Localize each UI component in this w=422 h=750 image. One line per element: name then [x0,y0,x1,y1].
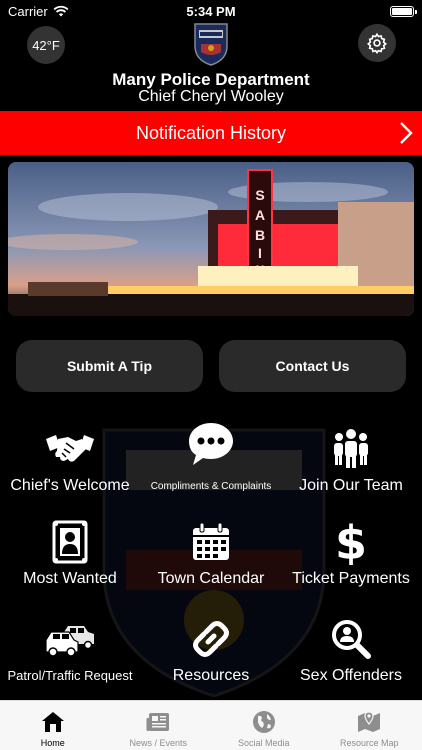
grid-item-label: Town Calendar [157,570,265,587]
svg-text:I: I [258,245,262,261]
home-icon [41,709,65,735]
tab-label: Home [40,738,65,748]
grid-item-town-calendar[interactable]: Town Calendar [141,518,281,588]
temperature-badge[interactable]: 42°F [27,26,65,64]
svg-text:B: B [255,227,265,243]
calendar-icon [141,518,281,566]
grid-item-label: Compliments & Complaints [150,481,272,492]
tab-social-media[interactable]: Social Media [211,701,317,750]
chevron-right-icon [400,122,413,144]
grid-item-label: Sex Offenders [300,667,402,684]
link-icon [141,615,281,663]
tab-news-events[interactable]: News / Events [106,701,212,750]
cars-icon [0,615,140,663]
gear-icon [367,32,387,54]
grid-item-sex-offenders[interactable]: Sex Offenders [281,615,421,685]
grid-item-resources[interactable]: Resources [141,615,281,685]
battery-icon [390,5,417,17]
status-bar: Carrier 5:34 PM [0,0,422,22]
tab-bar: Home News / Events Social Media Resource… [0,700,422,750]
grid-item-label: Ticket Payments [292,570,410,587]
svg-text:$: $ [337,519,365,565]
tab-label: News / Events [129,738,188,748]
team-icon [281,425,421,473]
tab-resource-map[interactable]: Resource Map [317,701,422,750]
portrait-icon [0,518,140,566]
tab-home[interactable]: Home [0,701,106,750]
hero-image: S A B I N [8,162,414,316]
magnifier-icon [281,615,421,663]
submit-tip-label: Submit A Tip [66,358,153,374]
svg-text:S: S [255,187,264,203]
settings-button[interactable] [358,24,396,62]
grid-item-ticket-payments[interactable]: $ Ticket Payments [281,518,421,588]
grid-item-label: Patrol/Traffic Request [7,668,133,683]
grid-item-compliments-complaints[interactable]: Compliments & Complaints [141,420,281,496]
tab-label: Resource Map [339,738,399,748]
grid-item-label: Most Wanted [23,570,117,587]
grid-item-label: Join Our Team [299,477,403,494]
map-icon [357,709,381,735]
globe-icon [252,709,276,735]
speech-bubble-icon [141,420,281,468]
tab-label: Social Media [237,738,290,748]
police-badge-logo [194,23,228,66]
contact-us-label: Contact Us [275,358,350,374]
grid-item-join-our-team[interactable]: Join Our Team [281,425,421,495]
grid-item-patrol-traffic-request[interactable]: Patrol/Traffic Request [0,615,140,685]
handshake-icon [0,425,140,473]
svg-text:A: A [255,207,265,223]
department-title: Many Police Department [112,70,310,89]
grid-item-most-wanted[interactable]: Most Wanted [0,518,140,588]
chief-subtitle: Chief Cheryl Wooley [138,88,284,105]
submit-tip-button[interactable]: Submit A Tip [16,340,203,392]
clock: 5:34 PM [186,3,236,19]
grid-item-chiefs-welcome[interactable]: Chief's Welcome [0,425,140,495]
dollar-icon: $ [281,518,421,566]
temperature-value: 42°F [32,37,60,53]
grid-item-label: Chief's Welcome [10,477,130,494]
grid-item-label: Resources [172,667,250,684]
newspaper-icon [146,709,170,735]
contact-us-button[interactable]: Contact Us [219,340,406,392]
notification-history-bar[interactable]: Notification History [0,111,422,155]
notification-history-label: Notification History [135,122,287,143]
